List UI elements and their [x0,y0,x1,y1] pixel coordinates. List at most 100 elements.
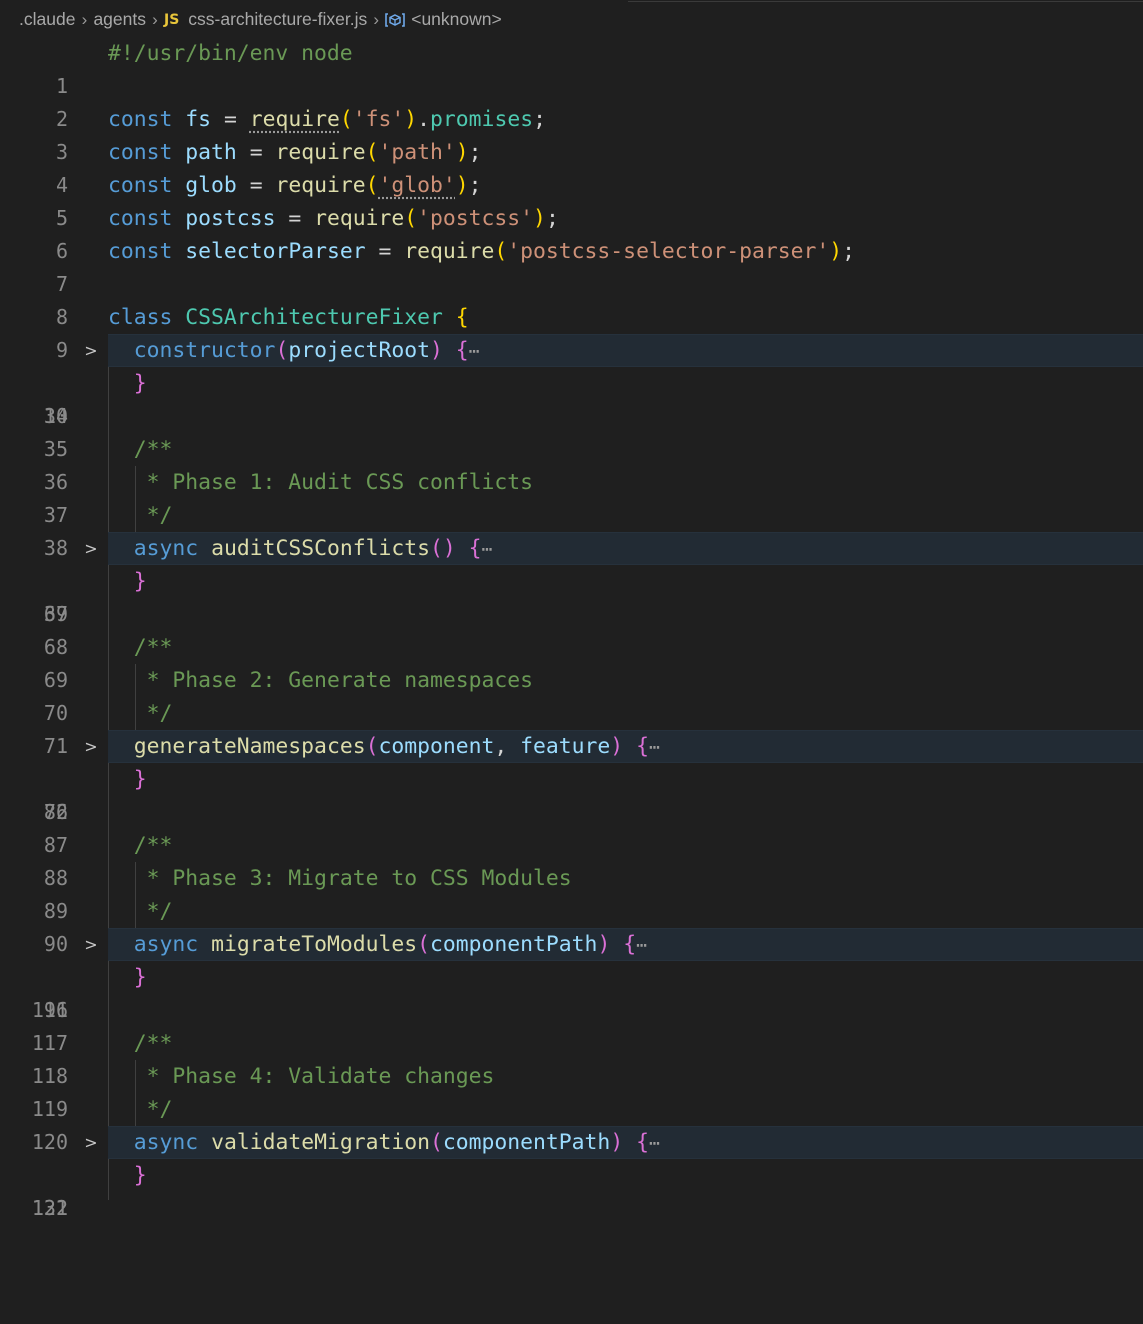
keyword: async [133,932,199,957]
comment: /** [133,635,173,660]
comment: * Phase 3: Migrate to CSS Modules [133,866,572,891]
string-literal[interactable]: 'glob' [379,173,456,198]
code-line: 3 const fs = require('fs').promises; [0,103,1143,164]
code-line: 8 [0,268,1143,329]
breadcrumb: .claude › agents › JS css-architecture-f… [0,0,1143,40]
method-name: validateMigration [211,1130,430,1155]
function-call: require [404,239,495,264]
parameter: component [378,734,495,759]
code-line: 35 [0,400,1143,461]
function-call: require [275,173,366,198]
method-name: migrateToModules [211,932,418,957]
code-line: 1 #!/usr/bin/env node [0,37,1143,98]
parameter: feature [520,734,611,759]
function-call: require [275,140,366,165]
folded-code-line[interactable]: 10 > constructor(projectRoot) {⋯ [0,334,1143,428]
code-line: 36 /** [0,433,1143,494]
string-literal: 'fs' [352,107,405,132]
javascript-file-icon: JS [163,11,180,28]
ellipsis-icon[interactable]: ⋯ [649,737,660,758]
comment: * Phase 4: Validate changes [133,1064,495,1089]
code-line: 132 } [0,1159,1143,1220]
ellipsis-icon[interactable]: ⋯ [636,935,647,956]
code-line: 7 const selectorParser = require('postcs… [0,235,1143,296]
code-line: 86 } [0,763,1143,824]
code-line: 34 } [0,367,1143,428]
comment: * Phase 2: Generate namespaces [133,668,533,693]
keyword: const [108,206,173,231]
function-call: require [314,206,405,231]
identifier: fs [185,107,212,132]
folded-code-line[interactable]: 72 > generateNamespaces(component, featu… [0,730,1143,824]
chevron-right-icon: › [81,9,88,29]
comment: /** [133,437,173,462]
keyword: const [108,140,173,165]
identifier: selectorParser [185,239,366,264]
tab-border [628,1,1143,2]
code-line: 37 * Phase 1: Audit CSS conflicts [0,466,1143,527]
comment: */ [133,1097,173,1122]
code-line: 89 * Phase 3: Migrate to CSS Modules [0,862,1143,923]
parameter: projectRoot [288,338,430,363]
keyword: async [133,1130,199,1155]
code-line: 88 /** [0,829,1143,890]
comment: * Phase 1: Audit CSS conflicts [133,470,533,495]
code-line: 90 */ [0,895,1143,956]
identifier: postcss [185,206,276,231]
breadcrumb-file[interactable]: css-architecture-fixer.js [188,9,367,30]
string-literal: 'path' [378,140,456,165]
chevron-right-icon[interactable]: > [82,334,100,367]
code-line: 71 */ [0,697,1143,758]
code-line: 69 /** [0,631,1143,692]
method-name: auditCSSConflicts [211,536,430,561]
code-line: 87 [0,796,1143,857]
folded-code-line[interactable]: 39 > async auditCSSConflicts() {⋯ [0,532,1143,626]
ellipsis-icon[interactable]: ⋯ [482,539,493,560]
code-line: 67 } [0,565,1143,626]
parameter: componentPath [430,932,598,957]
method-name: constructor [133,338,276,363]
chevron-right-icon[interactable]: > [82,928,100,961]
keyword: const [108,239,173,264]
keyword: async [133,536,199,561]
comment: */ [133,899,173,924]
method-name: generateNamespaces [133,734,366,759]
folded-code-line[interactable]: 91 > async migrateToModules(componentPat… [0,928,1143,1022]
identifier: glob [185,173,237,198]
comment: /** [133,1031,173,1056]
code-line: 38 */ [0,499,1143,560]
code-line: 116 } [0,961,1143,1022]
keyword: const [108,107,173,132]
string-literal: 'postcss-selector-parser' [507,239,830,264]
code-line: 2 [0,70,1143,131]
code-editor[interactable]: 1 #!/usr/bin/env node 2 3 const fs = req… [0,37,1143,1220]
shebang: #!/usr/bin/env node [108,41,353,66]
ellipsis-icon[interactable]: ⋯ [649,1133,660,1154]
code-line: 5 const glob = require('glob'); [0,169,1143,230]
chevron-right-icon[interactable]: > [82,1126,100,1159]
keyword: const [108,173,173,198]
breadcrumb-folder-claude[interactable]: .claude [19,9,75,30]
breadcrumb-folder-agents[interactable]: agents [93,9,146,30]
ellipsis-icon[interactable]: ⋯ [469,341,480,362]
comment: */ [133,503,173,528]
folded-code-line[interactable]: 121 > async validateMigration(componentP… [0,1126,1143,1220]
chevron-right-icon[interactable]: > [82,532,100,565]
chevron-right-icon: › [152,9,158,29]
parameter: componentPath [442,1130,611,1155]
function-call[interactable]: require [250,107,340,132]
string-literal: 'postcss' [417,206,534,231]
line-number: 132 [31,1196,68,1220]
keyword: class [108,305,173,330]
comment: /** [133,833,173,858]
symbol-variable-icon [385,12,406,27]
code-line: 120 */ [0,1093,1143,1154]
code-line: 9 class CSSArchitectureFixer { [0,301,1143,362]
chevron-right-icon: › [373,9,380,29]
code-line: 70 * Phase 2: Generate namespaces [0,664,1143,725]
code-line: 119 * Phase 4: Validate changes [0,1060,1143,1121]
chevron-right-icon[interactable]: > [82,730,100,763]
breadcrumb-symbol[interactable]: <unknown> [411,9,502,30]
code-line: 4 const path = require('path'); [0,136,1143,197]
code-line: 68 [0,598,1143,659]
